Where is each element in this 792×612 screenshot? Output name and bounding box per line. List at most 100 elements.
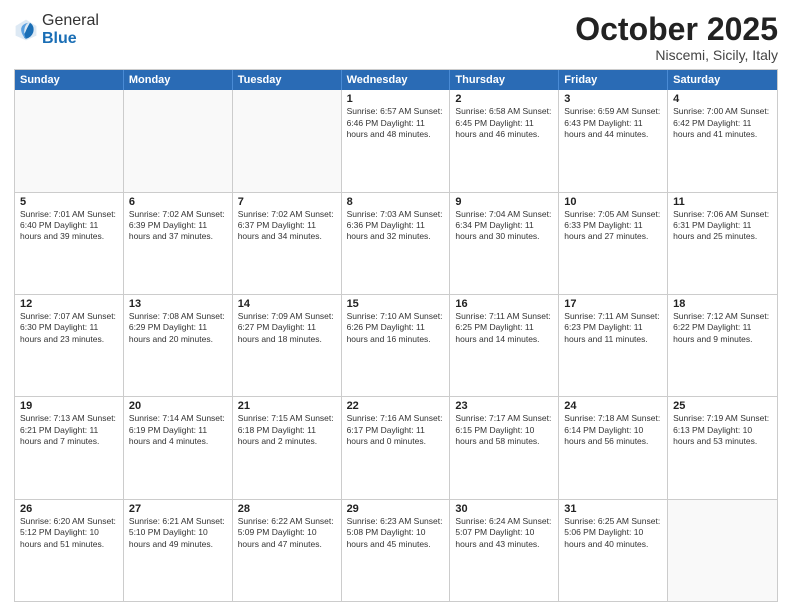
day-number: 23 — [455, 400, 553, 412]
calendar-cell: 3Sunrise: 6:59 AM Sunset: 6:43 PM Daylig… — [559, 90, 668, 191]
calendar-cell: 31Sunrise: 6:25 AM Sunset: 5:06 PM Dayli… — [559, 500, 668, 601]
logo-icon — [14, 18, 38, 42]
calendar-cell: 2Sunrise: 6:58 AM Sunset: 6:45 PM Daylig… — [450, 90, 559, 191]
header: General Blue October 2025 Niscemi, Sicil… — [14, 12, 778, 63]
day-info: Sunrise: 7:10 AM Sunset: 6:26 PM Dayligh… — [347, 311, 445, 345]
day-info: Sunrise: 7:01 AM Sunset: 6:40 PM Dayligh… — [20, 209, 118, 243]
calendar-cell: 16Sunrise: 7:11 AM Sunset: 6:25 PM Dayli… — [450, 295, 559, 396]
day-info: Sunrise: 6:24 AM Sunset: 5:07 PM Dayligh… — [455, 516, 553, 550]
calendar-body: 1Sunrise: 6:57 AM Sunset: 6:46 PM Daylig… — [15, 90, 777, 601]
calendar-cell: 13Sunrise: 7:08 AM Sunset: 6:29 PM Dayli… — [124, 295, 233, 396]
day-number: 26 — [20, 503, 118, 515]
day-info: Sunrise: 7:16 AM Sunset: 6:17 PM Dayligh… — [347, 413, 445, 447]
day-info: Sunrise: 7:19 AM Sunset: 6:13 PM Dayligh… — [673, 413, 772, 447]
day-number: 18 — [673, 298, 772, 310]
calendar-row: 5Sunrise: 7:01 AM Sunset: 6:40 PM Daylig… — [15, 192, 777, 294]
logo-general: General — [42, 12, 99, 29]
day-info: Sunrise: 6:59 AM Sunset: 6:43 PM Dayligh… — [564, 106, 662, 140]
day-info: Sunrise: 7:00 AM Sunset: 6:42 PM Dayligh… — [673, 106, 772, 140]
calendar-cell — [668, 500, 777, 601]
calendar-cell: 20Sunrise: 7:14 AM Sunset: 6:19 PM Dayli… — [124, 397, 233, 498]
day-number: 3 — [564, 93, 662, 105]
day-number: 4 — [673, 93, 772, 105]
day-info: Sunrise: 7:04 AM Sunset: 6:34 PM Dayligh… — [455, 209, 553, 243]
calendar-cell: 8Sunrise: 7:03 AM Sunset: 6:36 PM Daylig… — [342, 193, 451, 294]
calendar-cell: 27Sunrise: 6:21 AM Sunset: 5:10 PM Dayli… — [124, 500, 233, 601]
day-number: 22 — [347, 400, 445, 412]
logo: General Blue — [14, 12, 99, 47]
calendar-row: 19Sunrise: 7:13 AM Sunset: 6:21 PM Dayli… — [15, 396, 777, 498]
weekday-header: Saturday — [668, 70, 777, 90]
day-number: 30 — [455, 503, 553, 515]
day-number: 28 — [238, 503, 336, 515]
calendar-cell: 15Sunrise: 7:10 AM Sunset: 6:26 PM Dayli… — [342, 295, 451, 396]
day-number: 6 — [129, 196, 227, 208]
day-number: 20 — [129, 400, 227, 412]
weekday-header: Tuesday — [233, 70, 342, 90]
day-info: Sunrise: 6:58 AM Sunset: 6:45 PM Dayligh… — [455, 106, 553, 140]
title-block: October 2025 Niscemi, Sicily, Italy — [575, 12, 778, 63]
calendar-cell: 12Sunrise: 7:07 AM Sunset: 6:30 PM Dayli… — [15, 295, 124, 396]
day-info: Sunrise: 6:20 AM Sunset: 5:12 PM Dayligh… — [20, 516, 118, 550]
day-info: Sunrise: 7:02 AM Sunset: 6:37 PM Dayligh… — [238, 209, 336, 243]
day-number: 21 — [238, 400, 336, 412]
day-info: Sunrise: 6:25 AM Sunset: 5:06 PM Dayligh… — [564, 516, 662, 550]
calendar-cell: 5Sunrise: 7:01 AM Sunset: 6:40 PM Daylig… — [15, 193, 124, 294]
calendar-row: 12Sunrise: 7:07 AM Sunset: 6:30 PM Dayli… — [15, 294, 777, 396]
page: General Blue October 2025 Niscemi, Sicil… — [0, 0, 792, 612]
logo-blue-text: Blue — [42, 30, 77, 47]
calendar-cell: 26Sunrise: 6:20 AM Sunset: 5:12 PM Dayli… — [15, 500, 124, 601]
day-number: 10 — [564, 196, 662, 208]
day-info: Sunrise: 6:23 AM Sunset: 5:08 PM Dayligh… — [347, 516, 445, 550]
day-number: 9 — [455, 196, 553, 208]
day-number: 25 — [673, 400, 772, 412]
day-number: 29 — [347, 503, 445, 515]
day-number: 19 — [20, 400, 118, 412]
day-info: Sunrise: 6:57 AM Sunset: 6:46 PM Dayligh… — [347, 106, 445, 140]
calendar-row: 26Sunrise: 6:20 AM Sunset: 5:12 PM Dayli… — [15, 499, 777, 601]
day-info: Sunrise: 7:06 AM Sunset: 6:31 PM Dayligh… — [673, 209, 772, 243]
day-number: 17 — [564, 298, 662, 310]
day-number: 1 — [347, 93, 445, 105]
day-number: 7 — [238, 196, 336, 208]
weekday-header: Wednesday — [342, 70, 451, 90]
weekday-header: Friday — [559, 70, 668, 90]
day-number: 13 — [129, 298, 227, 310]
day-info: Sunrise: 7:05 AM Sunset: 6:33 PM Dayligh… — [564, 209, 662, 243]
day-info: Sunrise: 7:17 AM Sunset: 6:15 PM Dayligh… — [455, 413, 553, 447]
calendar-cell: 28Sunrise: 6:22 AM Sunset: 5:09 PM Dayli… — [233, 500, 342, 601]
calendar-cell: 9Sunrise: 7:04 AM Sunset: 6:34 PM Daylig… — [450, 193, 559, 294]
day-info: Sunrise: 6:22 AM Sunset: 5:09 PM Dayligh… — [238, 516, 336, 550]
day-number: 14 — [238, 298, 336, 310]
calendar-cell: 22Sunrise: 7:16 AM Sunset: 6:17 PM Dayli… — [342, 397, 451, 498]
calendar-header: SundayMondayTuesdayWednesdayThursdayFrid… — [15, 70, 777, 90]
calendar-cell: 25Sunrise: 7:19 AM Sunset: 6:13 PM Dayli… — [668, 397, 777, 498]
calendar-cell: 7Sunrise: 7:02 AM Sunset: 6:37 PM Daylig… — [233, 193, 342, 294]
day-number: 12 — [20, 298, 118, 310]
calendar-cell: 14Sunrise: 7:09 AM Sunset: 6:27 PM Dayli… — [233, 295, 342, 396]
calendar-cell: 10Sunrise: 7:05 AM Sunset: 6:33 PM Dayli… — [559, 193, 668, 294]
day-info: Sunrise: 7:11 AM Sunset: 6:23 PM Dayligh… — [564, 311, 662, 345]
day-info: Sunrise: 7:12 AM Sunset: 6:22 PM Dayligh… — [673, 311, 772, 345]
day-number: 11 — [673, 196, 772, 208]
day-info: Sunrise: 7:03 AM Sunset: 6:36 PM Dayligh… — [347, 209, 445, 243]
day-info: Sunrise: 7:08 AM Sunset: 6:29 PM Dayligh… — [129, 311, 227, 345]
day-number: 8 — [347, 196, 445, 208]
weekday-header: Monday — [124, 70, 233, 90]
location: Niscemi, Sicily, Italy — [575, 47, 778, 63]
calendar-cell: 4Sunrise: 7:00 AM Sunset: 6:42 PM Daylig… — [668, 90, 777, 191]
day-info: Sunrise: 7:13 AM Sunset: 6:21 PM Dayligh… — [20, 413, 118, 447]
calendar-cell — [233, 90, 342, 191]
calendar-cell — [124, 90, 233, 191]
day-number: 5 — [20, 196, 118, 208]
day-info: Sunrise: 6:21 AM Sunset: 5:10 PM Dayligh… — [129, 516, 227, 550]
day-number: 16 — [455, 298, 553, 310]
calendar-cell: 23Sunrise: 7:17 AM Sunset: 6:15 PM Dayli… — [450, 397, 559, 498]
day-number: 24 — [564, 400, 662, 412]
day-info: Sunrise: 7:15 AM Sunset: 6:18 PM Dayligh… — [238, 413, 336, 447]
day-number: 27 — [129, 503, 227, 515]
logo-text: General Blue — [42, 12, 99, 47]
day-info: Sunrise: 7:07 AM Sunset: 6:30 PM Dayligh… — [20, 311, 118, 345]
day-info: Sunrise: 7:14 AM Sunset: 6:19 PM Dayligh… — [129, 413, 227, 447]
day-number: 15 — [347, 298, 445, 310]
